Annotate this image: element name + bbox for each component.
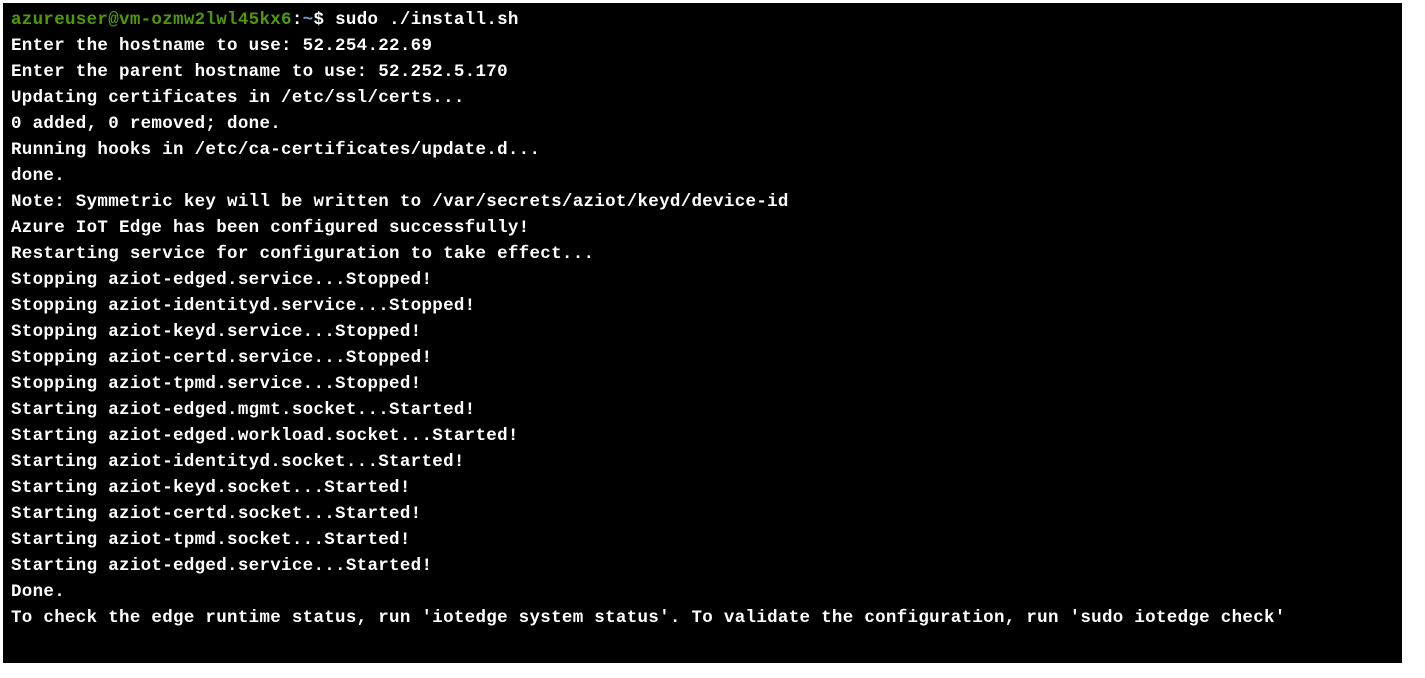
- output-line: Note: Symmetric key will be written to /…: [11, 189, 1394, 215]
- output-line: Starting aziot-tpmd.socket...Started!: [11, 527, 1394, 553]
- output-line: Azure IoT Edge has been configured succe…: [11, 215, 1394, 241]
- output-line: Starting aziot-certd.socket...Started!: [11, 501, 1394, 527]
- output-line: Stopping aziot-keyd.service...Stopped!: [11, 319, 1394, 345]
- output-line: Stopping aziot-identityd.service...Stopp…: [11, 293, 1394, 319]
- output-line: Stopping aziot-edged.service...Stopped!: [11, 267, 1394, 293]
- prompt-user: azureuser: [11, 10, 108, 30]
- output-line: Starting aziot-identityd.socket...Starte…: [11, 449, 1394, 475]
- prompt-at: @: [108, 10, 119, 30]
- output-line: To check the edge runtime status, run 'i…: [11, 605, 1394, 631]
- output-line: Starting aziot-edged.mgmt.socket...Start…: [11, 397, 1394, 423]
- output-line: 0 added, 0 removed; done.: [11, 111, 1394, 137]
- output-line: Enter the hostname to use: 52.254.22.69: [11, 33, 1394, 59]
- prompt-colon: :: [292, 10, 303, 30]
- output-line: Stopping aziot-certd.service...Stopped!: [11, 345, 1394, 371]
- prompt-line: azureuser@vm-ozmw2lwl45kx6:~$ sudo ./ins…: [11, 7, 1394, 33]
- prompt-host: vm-ozmw2lwl45kx6: [119, 10, 292, 30]
- output-line: Done.: [11, 579, 1394, 605]
- terminal-window[interactable]: azureuser@vm-ozmw2lwl45kx6:~$ sudo ./ins…: [0, 0, 1405, 666]
- output-line: Starting aziot-edged.service...Started!: [11, 553, 1394, 579]
- prompt-tilde: ~: [303, 10, 314, 30]
- output-line: Starting aziot-edged.workload.socket...S…: [11, 423, 1394, 449]
- output-line: Starting aziot-keyd.socket...Started!: [11, 475, 1394, 501]
- output-line: Restarting service for configuration to …: [11, 241, 1394, 267]
- prompt-dollar: $: [313, 10, 335, 30]
- output-line: Stopping aziot-tpmd.service...Stopped!: [11, 371, 1394, 397]
- output-line: Enter the parent hostname to use: 52.252…: [11, 59, 1394, 85]
- output-line: Updating certificates in /etc/ssl/certs.…: [11, 85, 1394, 111]
- output-line: Running hooks in /etc/ca-certificates/up…: [11, 137, 1394, 163]
- command-input: sudo ./install.sh: [335, 10, 519, 30]
- output-line: done.: [11, 163, 1394, 189]
